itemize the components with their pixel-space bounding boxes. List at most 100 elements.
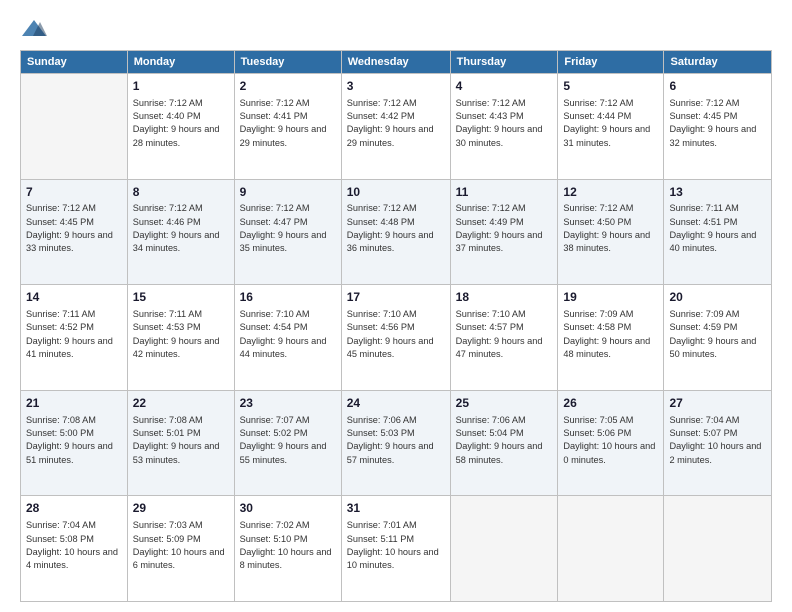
day-number: 22 (133, 395, 229, 412)
day-info: Sunrise: 7:12 AMSunset: 4:43 PMDaylight:… (456, 97, 553, 150)
day-info: Sunrise: 7:08 AMSunset: 5:00 PMDaylight:… (26, 414, 122, 467)
calendar-cell: 17Sunrise: 7:10 AMSunset: 4:56 PMDayligh… (341, 285, 450, 391)
calendar-cell (558, 496, 664, 602)
calendar-week-row: 21 Sunrise: 7:08 AMSunset: 5:00 PMDayligh… (21, 390, 772, 496)
day-info: Sunrise: 7:10 AMSunset: 4:56 PMDaylight:… (347, 308, 445, 361)
day-number: 1 (133, 78, 229, 95)
header (20, 18, 772, 40)
calendar-week-row: 7Sunrise: 7:12 AMSunset: 4:45 PMDaylight… (21, 179, 772, 285)
day-header-tuesday: Tuesday (234, 51, 341, 74)
logo (20, 18, 50, 40)
day-number: 19 (563, 289, 658, 306)
calendar-cell: 18 Sunrise: 7:10 AMSunset: 4:57 PMDayligh… (450, 285, 558, 391)
day-info: Sunrise: 7:07 AMSunset: 5:02 PMDaylight:… (240, 414, 336, 467)
calendar-cell: 16 Sunrise: 7:10 AMSunset: 4:54 PMDayligh… (234, 285, 341, 391)
calendar-cell: 21 Sunrise: 7:08 AMSunset: 5:00 PMDayligh… (21, 390, 128, 496)
day-number: 16 (240, 289, 336, 306)
day-info: Sunrise: 7:11 AMSunset: 4:51 PMDaylight:… (669, 202, 766, 255)
day-info: Sunrise: 7:12 AMSunset: 4:44 PMDaylight:… (563, 97, 658, 150)
day-info: Sunrise: 7:12 AMSunset: 4:50 PMDaylight:… (563, 202, 658, 255)
calendar-cell: 27Sunrise: 7:04 AMSunset: 5:07 PMDayligh… (664, 390, 772, 496)
day-number: 25 (456, 395, 553, 412)
day-number: 15 (133, 289, 229, 306)
page: SundayMondayTuesdayWednesdayThursdayFrid… (0, 0, 792, 612)
day-number: 30 (240, 500, 336, 517)
day-number: 3 (347, 78, 445, 95)
day-info: Sunrise: 7:11 AMSunset: 4:52 PMDaylight:… (26, 308, 122, 361)
day-header-monday: Monday (127, 51, 234, 74)
day-info: Sunrise: 7:02 AMSunset: 5:10 PMDaylight:… (240, 519, 336, 572)
day-number: 14 (26, 289, 122, 306)
day-info: Sunrise: 7:03 AMSunset: 5:09 PMDaylight:… (133, 519, 229, 572)
day-info: Sunrise: 7:09 AMSunset: 4:58 PMDaylight:… (563, 308, 658, 361)
calendar-cell: 3 Sunrise: 7:12 AMSunset: 4:42 PMDaylight… (341, 74, 450, 180)
day-number: 18 (456, 289, 553, 306)
calendar-cell: 15 Sunrise: 7:11 AMSunset: 4:53 PMDayligh… (127, 285, 234, 391)
calendar-cell: 5 Sunrise: 7:12 AMSunset: 4:44 PMDaylight… (558, 74, 664, 180)
day-info: Sunrise: 7:09 AMSunset: 4:59 PMDaylight:… (669, 308, 766, 361)
calendar-header-row: SundayMondayTuesdayWednesdayThursdayFrid… (21, 51, 772, 74)
day-info: Sunrise: 7:06 AMSunset: 5:04 PMDaylight:… (456, 414, 553, 467)
day-number: 24 (347, 395, 445, 412)
day-info: Sunrise: 7:12 AMSunset: 4:48 PMDaylight:… (347, 202, 445, 255)
day-header-friday: Friday (558, 51, 664, 74)
day-number: 12 (563, 184, 658, 201)
calendar-cell: 10Sunrise: 7:12 AMSunset: 4:48 PMDayligh… (341, 179, 450, 285)
day-info: Sunrise: 7:12 AMSunset: 4:40 PMDaylight:… (133, 97, 229, 150)
day-info: Sunrise: 7:10 AMSunset: 4:54 PMDaylight:… (240, 308, 336, 361)
day-info: Sunrise: 7:12 AMSunset: 4:41 PMDaylight:… (240, 97, 336, 150)
day-number: 29 (133, 500, 229, 517)
calendar-cell: 7Sunrise: 7:12 AMSunset: 4:45 PMDaylight… (21, 179, 128, 285)
calendar-cell: 2 Sunrise: 7:12 AMSunset: 4:41 PMDaylight… (234, 74, 341, 180)
day-info: Sunrise: 7:06 AMSunset: 5:03 PMDaylight:… (347, 414, 445, 467)
day-header-saturday: Saturday (664, 51, 772, 74)
day-number: 26 (563, 395, 658, 412)
calendar-cell: 9Sunrise: 7:12 AMSunset: 4:47 PMDaylight… (234, 179, 341, 285)
day-info: Sunrise: 7:04 AMSunset: 5:08 PMDaylight:… (26, 519, 122, 572)
day-number: 11 (456, 184, 553, 201)
calendar-cell (21, 74, 128, 180)
calendar-cell: 6Sunrise: 7:12 AMSunset: 4:45 PMDaylight… (664, 74, 772, 180)
day-info: Sunrise: 7:12 AMSunset: 4:49 PMDaylight:… (456, 202, 553, 255)
day-number: 13 (669, 184, 766, 201)
calendar-table: SundayMondayTuesdayWednesdayThursdayFrid… (20, 50, 772, 602)
calendar-cell: 30 Sunrise: 7:02 AMSunset: 5:10 PMDayligh… (234, 496, 341, 602)
day-info: Sunrise: 7:12 AMSunset: 4:46 PMDaylight:… (133, 202, 229, 255)
calendar-cell: 24 Sunrise: 7:06 AMSunset: 5:03 PMDayligh… (341, 390, 450, 496)
day-info: Sunrise: 7:12 AMSunset: 4:42 PMDaylight:… (347, 97, 445, 150)
day-info: Sunrise: 7:11 AMSunset: 4:53 PMDaylight:… (133, 308, 229, 361)
day-number: 10 (347, 184, 445, 201)
day-info: Sunrise: 7:05 AMSunset: 5:06 PMDaylight:… (563, 414, 658, 467)
calendar-cell: 29 Sunrise: 7:03 AMSunset: 5:09 PMDayligh… (127, 496, 234, 602)
calendar-cell (450, 496, 558, 602)
day-header-wednesday: Wednesday (341, 51, 450, 74)
calendar-cell: 20 Sunrise: 7:09 AMSunset: 4:59 PMDayligh… (664, 285, 772, 391)
day-number: 21 (26, 395, 122, 412)
day-header-thursday: Thursday (450, 51, 558, 74)
calendar-week-row: 28 Sunrise: 7:04 AMSunset: 5:08 PMDayligh… (21, 496, 772, 602)
day-info: Sunrise: 7:12 AMSunset: 4:47 PMDaylight:… (240, 202, 336, 255)
day-number: 4 (456, 78, 553, 95)
day-number: 5 (563, 78, 658, 95)
logo-icon (20, 18, 48, 40)
calendar-cell: 4 Sunrise: 7:12 AMSunset: 4:43 PMDaylight… (450, 74, 558, 180)
calendar-cell: 25 Sunrise: 7:06 AMSunset: 5:04 PMDayligh… (450, 390, 558, 496)
day-number: 20 (669, 289, 766, 306)
day-info: Sunrise: 7:04 AMSunset: 5:07 PMDaylight:… (669, 414, 766, 467)
day-info: Sunrise: 7:01 AMSunset: 5:11 PMDaylight:… (347, 519, 445, 572)
day-number: 28 (26, 500, 122, 517)
calendar-cell: 26 Sunrise: 7:05 AMSunset: 5:06 PMDayligh… (558, 390, 664, 496)
day-number: 8 (133, 184, 229, 201)
day-info: Sunrise: 7:10 AMSunset: 4:57 PMDaylight:… (456, 308, 553, 361)
calendar-cell: 19 Sunrise: 7:09 AMSunset: 4:58 PMDayligh… (558, 285, 664, 391)
day-number: 23 (240, 395, 336, 412)
calendar-cell: 31Sunrise: 7:01 AMSunset: 5:11 PMDayligh… (341, 496, 450, 602)
calendar-cell (664, 496, 772, 602)
calendar-cell: 1 Sunrise: 7:12 AMSunset: 4:40 PMDaylight… (127, 74, 234, 180)
calendar-week-row: 1 Sunrise: 7:12 AMSunset: 4:40 PMDaylight… (21, 74, 772, 180)
calendar-cell: 23 Sunrise: 7:07 AMSunset: 5:02 PMDayligh… (234, 390, 341, 496)
day-number: 2 (240, 78, 336, 95)
calendar-cell: 22Sunrise: 7:08 AMSunset: 5:01 PMDayligh… (127, 390, 234, 496)
day-number: 9 (240, 184, 336, 201)
calendar-week-row: 14 Sunrise: 7:11 AMSunset: 4:52 PMDayligh… (21, 285, 772, 391)
